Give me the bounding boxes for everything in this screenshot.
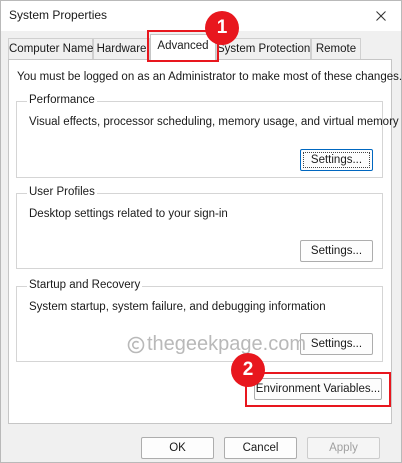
startup-recovery-description: System startup, system failure, and debu… bbox=[29, 301, 326, 313]
step-1-badge: 1 bbox=[205, 11, 239, 45]
user-profiles-settings-button[interactable]: Settings... bbox=[300, 240, 373, 262]
environment-variables-highlight bbox=[245, 372, 391, 407]
performance-group: Performance Visual effects, processor sc… bbox=[16, 94, 399, 178]
admin-notice: You must be logged on as an Administrato… bbox=[17, 71, 402, 83]
close-icon bbox=[376, 11, 386, 21]
tab-remote[interactable]: Remote bbox=[311, 38, 361, 59]
watermark-text: thegeekpage.com bbox=[147, 333, 307, 355]
user-profiles-description: Desktop settings related to your sign-in bbox=[29, 208, 228, 220]
user-profiles-label: User Profiles bbox=[27, 186, 97, 198]
copyright-icon bbox=[127, 336, 145, 353]
title-bar: System Properties bbox=[1, 1, 401, 31]
performance-description: Visual effects, processor scheduling, me… bbox=[29, 116, 399, 128]
apply-button[interactable]: Apply bbox=[307, 437, 380, 459]
system-properties-window: System Properties Computer Name Hardware… bbox=[0, 0, 402, 463]
tab-hardware[interactable]: Hardware bbox=[93, 38, 150, 59]
step-2-badge: 2 bbox=[231, 353, 265, 387]
cancel-button[interactable]: Cancel bbox=[224, 437, 297, 459]
performance-settings-button[interactable]: Settings... bbox=[300, 149, 373, 171]
tab-advanced[interactable]: Advanced bbox=[150, 34, 216, 60]
watermark: thegeekpage.com bbox=[127, 333, 306, 356]
ok-button[interactable]: OK bbox=[141, 437, 214, 459]
startup-recovery-settings-button[interactable]: Settings... bbox=[300, 333, 373, 355]
tab-strip: Computer Name Hardware Advanced System P… bbox=[1, 34, 401, 60]
user-profiles-group: User Profiles Desktop settings related t… bbox=[16, 186, 383, 269]
startup-recovery-label: Startup and Recovery bbox=[27, 279, 143, 291]
tab-computer-name[interactable]: Computer Name bbox=[8, 38, 93, 59]
performance-label: Performance bbox=[27, 94, 97, 106]
window-title: System Properties bbox=[9, 8, 108, 22]
close-button[interactable] bbox=[361, 1, 401, 31]
